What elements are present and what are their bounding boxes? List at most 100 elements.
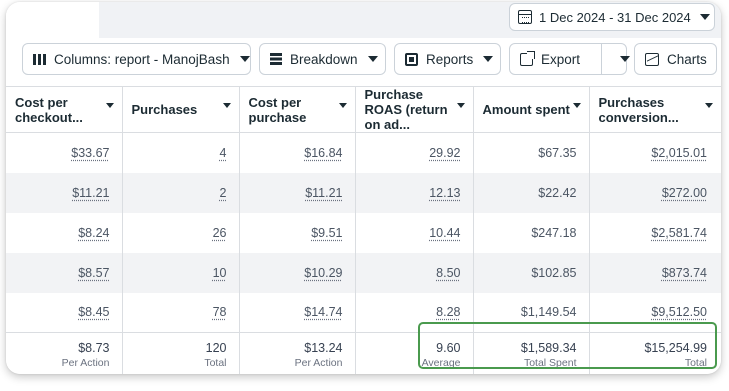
column-header-label: Purchases bbox=[131, 102, 198, 117]
table-cell: $8.57 bbox=[6, 252, 123, 293]
charts-button[interactable]: Charts bbox=[634, 43, 717, 75]
export-options-dropdown[interactable] bbox=[601, 44, 637, 74]
cell-value[interactable]: $9,512.50 bbox=[651, 305, 707, 319]
table-row: $33.67 4 $16.84 29.92 $67.35 $2,015.01 bbox=[6, 132, 721, 173]
cell-value[interactable]: $2,015.01 bbox=[651, 146, 707, 160]
cell-value[interactable]: $14.74 bbox=[304, 305, 342, 319]
table-row: $11.21 2 $11.21 12.13 $22.42 $272.00 bbox=[6, 172, 721, 213]
cell-value[interactable]: 10 bbox=[213, 266, 227, 280]
chevron-down-icon bbox=[619, 56, 630, 62]
cell-value: $1,149.54 bbox=[520, 305, 577, 320]
table-cell: $16.84 bbox=[239, 132, 356, 173]
total-cell: 120 Total bbox=[122, 332, 240, 374]
cell-value[interactable]: $9.51 bbox=[311, 226, 342, 240]
total-value: $8.73 bbox=[78, 341, 110, 355]
chevron-down-icon bbox=[367, 56, 378, 62]
table-cell: $8.45 bbox=[6, 292, 123, 333]
reports-button[interactable]: Reports bbox=[394, 43, 501, 75]
sort-icon[interactable] bbox=[105, 103, 114, 108]
table-cell: $2,015.01 bbox=[589, 133, 721, 173]
cell-value[interactable]: 4 bbox=[220, 146, 227, 160]
columns-button[interactable]: Columns: report - ManojBash bbox=[22, 43, 251, 75]
sort-icon[interactable] bbox=[338, 103, 347, 108]
cell-value[interactable]: $8.45 bbox=[78, 305, 109, 319]
cell-value[interactable]: 29.92 bbox=[429, 146, 460, 160]
cell-value[interactable]: 2 bbox=[220, 186, 227, 200]
table-cell: $9,512.50 bbox=[589, 293, 721, 333]
reports-button-label: Reports bbox=[426, 51, 474, 67]
total-label: Total bbox=[684, 357, 707, 369]
total-label: Total Spent bbox=[523, 357, 577, 369]
table-cell: $272.00 bbox=[589, 172, 721, 213]
table-cell: $67.35 bbox=[473, 132, 590, 173]
total-label: Average bbox=[421, 357, 461, 369]
total-value: $1,589.34 bbox=[520, 341, 577, 355]
column-header[interactable]: Amount spent bbox=[473, 86, 590, 133]
table-cell: 2 bbox=[122, 172, 240, 213]
total-label: Per Action bbox=[61, 357, 110, 369]
export-button-label: Export bbox=[541, 51, 581, 67]
column-header[interactable]: Cost per purchase bbox=[239, 86, 356, 133]
cell-value[interactable]: $8.57 bbox=[78, 266, 109, 280]
export-icon bbox=[520, 50, 535, 66]
chevron-down-icon bbox=[699, 14, 710, 20]
date-range-picker[interactable]: 1 Dec 2024 - 31 Dec 2024 bbox=[509, 3, 715, 31]
cell-value[interactable]: $11.21 bbox=[305, 186, 342, 200]
column-header-label: Amount spent bbox=[482, 102, 570, 117]
cell-value[interactable]: 78 bbox=[213, 305, 227, 319]
table-cell: $9.51 bbox=[239, 212, 356, 253]
calendar-icon bbox=[518, 10, 532, 24]
cell-value[interactable]: $8.24 bbox=[78, 226, 109, 240]
table-cell: 8.50 bbox=[355, 252, 474, 293]
total-label: Total bbox=[204, 357, 227, 369]
cell-value[interactable]: $10.29 bbox=[304, 266, 342, 280]
column-header[interactable]: Purchases bbox=[122, 86, 240, 133]
total-value: $13.24 bbox=[304, 341, 343, 355]
column-header-label: Purchase ROAS (return on ad... bbox=[364, 87, 448, 132]
table-cell: 78 bbox=[122, 292, 240, 333]
cell-value[interactable]: $272.00 bbox=[662, 186, 707, 200]
table-cell: $22.42 bbox=[473, 172, 590, 213]
breakdown-button-label: Breakdown bbox=[290, 51, 358, 67]
column-header[interactable]: Purchases conversion... bbox=[589, 86, 721, 133]
cell-value[interactable]: $11.21 bbox=[72, 186, 109, 200]
cell-value[interactable]: 12.13 bbox=[429, 186, 460, 200]
cell-value[interactable]: $873.74 bbox=[662, 266, 707, 280]
sort-icon[interactable] bbox=[222, 103, 231, 108]
cell-value[interactable]: $33.67 bbox=[71, 146, 109, 160]
columns-icon bbox=[33, 53, 46, 65]
column-header[interactable]: Purchase ROAS (return on ad... bbox=[355, 86, 474, 133]
cell-value[interactable]: $2,581.74 bbox=[651, 226, 707, 240]
top-strip: 1 Dec 2024 - 31 Dec 2024 bbox=[6, 2, 721, 38]
column-header[interactable]: Cost per checkout... bbox=[6, 86, 123, 133]
total-value: $15,254.99 bbox=[644, 341, 707, 355]
column-header-label: Cost per purchase bbox=[248, 94, 307, 125]
breakdown-button[interactable]: Breakdown bbox=[259, 43, 386, 75]
charts-button-label: Charts bbox=[667, 51, 707, 67]
export-button[interactable]: Export bbox=[509, 43, 630, 75]
cell-value[interactable]: 10.44 bbox=[429, 226, 460, 240]
total-cell: 9.60 Average bbox=[355, 332, 474, 374]
table-cell: $8.24 bbox=[6, 212, 123, 253]
ads-report-panel: 1 Dec 2024 - 31 Dec 2024 Columns: report… bbox=[6, 2, 721, 374]
table-cell: $2,581.74 bbox=[589, 213, 721, 253]
total-value: 120 bbox=[205, 341, 227, 355]
sort-icon[interactable] bbox=[572, 103, 581, 108]
cell-value[interactable]: 26 bbox=[213, 226, 227, 240]
cell-value: $247.18 bbox=[531, 225, 577, 240]
cell-value[interactable]: $16.84 bbox=[304, 146, 342, 160]
cell-value[interactable]: 8.28 bbox=[436, 305, 460, 319]
sort-icon[interactable] bbox=[705, 103, 713, 108]
table-cell: $1,149.54 bbox=[473, 292, 590, 333]
table-cell: $11.21 bbox=[6, 172, 123, 213]
total-cell: $15,254.99 Total bbox=[589, 332, 721, 374]
table-row: $8.24 26 $9.51 10.44 $247.18 $2,581.74 bbox=[6, 212, 721, 253]
total-cell: $1,589.34 Total Spent bbox=[473, 332, 590, 374]
table-cell: 8.28 bbox=[355, 292, 474, 333]
tab-area bbox=[6, 2, 99, 38]
table-cell: 26 bbox=[122, 212, 240, 253]
sort-icon[interactable] bbox=[456, 103, 465, 108]
table-cell: $873.74 bbox=[589, 252, 721, 293]
date-range-label: 1 Dec 2024 - 31 Dec 2024 bbox=[539, 9, 691, 25]
cell-value[interactable]: 8.50 bbox=[436, 266, 460, 280]
